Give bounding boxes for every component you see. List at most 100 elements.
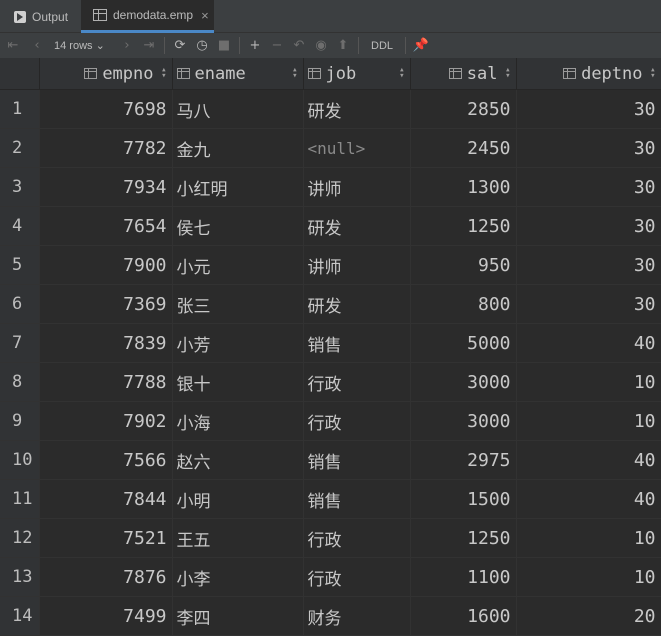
cell-job[interactable]: 研发	[303, 89, 411, 129]
cell-empno[interactable]: 7782	[39, 128, 173, 168]
sort-icon[interactable]: ▴ ▾	[399, 66, 404, 81]
cell-sal[interactable]: 800	[410, 284, 517, 324]
cell-ename[interactable]: 王五	[172, 518, 304, 558]
cell-job[interactable]: 销售	[303, 440, 411, 480]
column-header-ename[interactable]: ename ▴ ▾	[172, 58, 304, 90]
cell-sal[interactable]: 1250	[410, 206, 517, 246]
table-row[interactable]: 2 7782 金九 <null> 2450 30	[0, 128, 661, 168]
table-row[interactable]: 8 7788 银十 行政 3000 10	[0, 362, 661, 402]
cell-ename[interactable]: 张三	[172, 284, 304, 324]
cell-sal[interactable]: 2850	[410, 89, 517, 129]
column-header-job[interactable]: job ▴ ▾	[303, 58, 411, 90]
cell-sal[interactable]: 3000	[410, 362, 517, 402]
cell-sal[interactable]: 1250	[410, 518, 517, 558]
column-header-deptno[interactable]: deptno ▴ ▾	[516, 58, 661, 90]
cell-job[interactable]: 销售	[303, 323, 411, 363]
cell-sal[interactable]: 2975	[410, 440, 517, 480]
cell-job[interactable]: 行政	[303, 401, 411, 441]
cell-deptno[interactable]: 30	[516, 206, 661, 246]
cell-sal[interactable]: 1100	[410, 557, 517, 597]
add-row-icon[interactable]: +	[244, 33, 266, 58]
cell-empno[interactable]: 7499	[39, 596, 173, 636]
tab-output[interactable]: Output	[0, 0, 80, 33]
table-row[interactable]: 12 7521 王五 行政 1250 10	[0, 518, 661, 558]
cell-ename[interactable]: 小海	[172, 401, 304, 441]
cell-sal[interactable]: 950	[410, 245, 517, 285]
sort-icon[interactable]: ▴ ▾	[505, 66, 510, 81]
cell-ename[interactable]: 金九	[172, 128, 304, 168]
cell-ename[interactable]: 小芳	[172, 323, 304, 363]
cell-sal[interactable]: 1300	[410, 167, 517, 207]
cell-sal[interactable]: 1500	[410, 479, 517, 519]
cell-deptno[interactable]: 40	[516, 440, 661, 480]
first-page-icon[interactable]: ⇤	[0, 33, 26, 58]
cell-deptno[interactable]: 40	[516, 479, 661, 519]
table-row[interactable]: 6 7369 张三 研发 800 30	[0, 284, 661, 324]
cell-job[interactable]: 财务	[303, 596, 411, 636]
revert-icon[interactable]: ↶	[288, 33, 310, 58]
cell-job[interactable]: 销售	[303, 479, 411, 519]
next-page-icon[interactable]: ›	[116, 33, 138, 58]
cell-empno[interactable]: 7876	[39, 557, 173, 597]
table-row[interactable]: 4 7654 侯七 研发 1250 30	[0, 206, 661, 246]
table-row[interactable]: 9 7902 小海 行政 3000 10	[0, 401, 661, 441]
refresh-icon[interactable]: ⟳	[169, 33, 191, 58]
cell-deptno[interactable]: 40	[516, 323, 661, 363]
cell-ename[interactable]: 马八	[172, 89, 304, 129]
cell-sal[interactable]: 2450	[410, 128, 517, 168]
table-row[interactable]: 5 7900 小元 讲师 950 30	[0, 245, 661, 285]
cell-ename[interactable]: 小李	[172, 557, 304, 597]
last-page-icon[interactable]: ⇥	[138, 33, 160, 58]
cell-empno[interactable]: 7566	[39, 440, 173, 480]
cell-deptno[interactable]: 10	[516, 362, 661, 402]
cell-deptno[interactable]: 30	[516, 89, 661, 129]
cell-ename[interactable]: 银十	[172, 362, 304, 402]
cell-ename[interactable]: 小红明	[172, 167, 304, 207]
cell-sal[interactable]: 1600	[410, 596, 517, 636]
cell-ename[interactable]: 侯七	[172, 206, 304, 246]
cell-deptno[interactable]: 10	[516, 557, 661, 597]
cell-empno[interactable]: 7698	[39, 89, 173, 129]
column-header-sal[interactable]: sal ▴ ▾	[410, 58, 517, 90]
cell-job[interactable]: 讲师	[303, 167, 411, 207]
table-row[interactable]: 13 7876 小李 行政 1100 10	[0, 557, 661, 597]
table-row[interactable]: 1 7698 马八 研发 2850 30	[0, 89, 661, 129]
cell-deptno[interactable]: 10	[516, 518, 661, 558]
table-row[interactable]: 14 7499 李四 财务 1600 20	[0, 596, 661, 636]
cell-job[interactable]: 行政	[303, 518, 411, 558]
table-row[interactable]: 7 7839 小芳 销售 5000 40	[0, 323, 661, 363]
delete-row-icon[interactable]: −	[266, 33, 288, 58]
sort-icon[interactable]: ▴ ▾	[292, 66, 297, 81]
table-row[interactable]: 3 7934 小红明 讲师 1300 30	[0, 167, 661, 207]
cell-job[interactable]: 行政	[303, 362, 411, 402]
cell-job[interactable]: <null>	[303, 128, 411, 168]
preview-changes-icon[interactable]: ◉	[310, 33, 332, 58]
cell-empno[interactable]: 7900	[39, 245, 173, 285]
cell-empno[interactable]: 7839	[39, 323, 173, 363]
prev-page-icon[interactable]: ‹	[26, 33, 48, 58]
cell-deptno[interactable]: 30	[516, 167, 661, 207]
sort-icon[interactable]: ▴ ▾	[650, 66, 655, 81]
cell-empno[interactable]: 7788	[39, 362, 173, 402]
rows-count-dropdown[interactable]: 14 rows ⌄	[48, 39, 116, 52]
cell-sal[interactable]: 3000	[410, 401, 517, 441]
cell-job[interactable]: 研发	[303, 206, 411, 246]
cell-empno[interactable]: 7902	[39, 401, 173, 441]
cell-ename[interactable]: 小元	[172, 245, 304, 285]
cell-empno[interactable]: 7844	[39, 479, 173, 519]
cell-deptno[interactable]: 30	[516, 284, 661, 324]
cell-ename[interactable]: 小明	[172, 479, 304, 519]
query-history-icon[interactable]: ◷	[191, 33, 213, 58]
pin-icon[interactable]: 📌	[410, 33, 432, 58]
submit-icon[interactable]: ⬆	[332, 33, 354, 58]
cell-job[interactable]: 讲师	[303, 245, 411, 285]
tab-demodata-emp[interactable]: demodata.emp ×	[81, 0, 214, 33]
cell-deptno[interactable]: 30	[516, 245, 661, 285]
table-row[interactable]: 10 7566 赵六 销售 2975 40	[0, 440, 661, 480]
cell-deptno[interactable]: 20	[516, 596, 661, 636]
table-row[interactable]: 11 7844 小明 销售 1500 40	[0, 479, 661, 519]
cell-deptno[interactable]: 10	[516, 401, 661, 441]
cell-sal[interactable]: 5000	[410, 323, 517, 363]
column-header-empno[interactable]: empno ▴ ▾	[39, 58, 173, 90]
cell-empno[interactable]: 7369	[39, 284, 173, 324]
